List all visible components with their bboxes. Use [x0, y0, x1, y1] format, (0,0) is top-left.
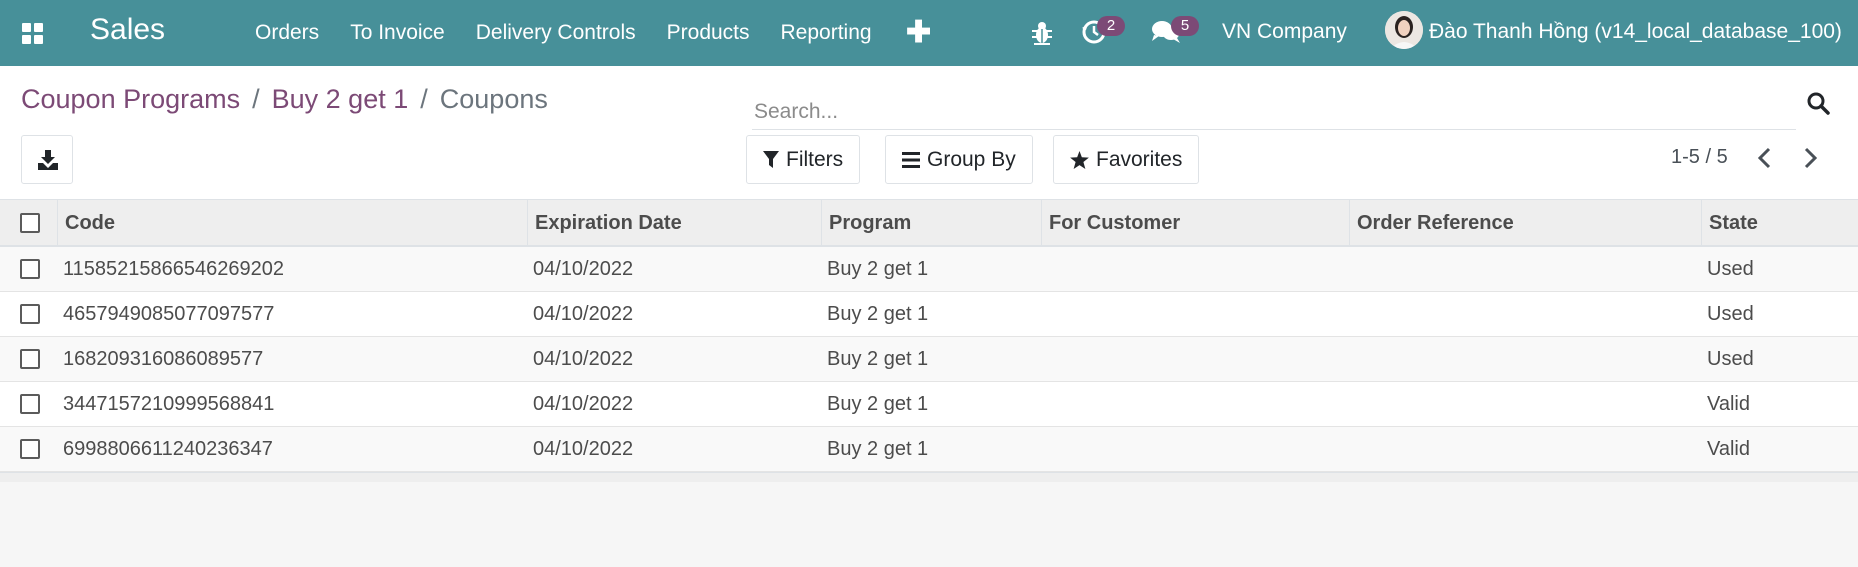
cell-code: 11585215866546269202	[63, 258, 284, 280]
cell-code: 4657949085077097577	[63, 303, 275, 325]
search-bar	[752, 88, 1796, 130]
menu-products[interactable]: Products	[667, 21, 750, 45]
cell-code: 3447157210999568841	[63, 393, 275, 415]
chevron-right-icon[interactable]	[1797, 145, 1823, 171]
cell-expiration-date: 04/10/2022	[533, 303, 634, 325]
cell-expiration-date: 04/10/2022	[533, 348, 634, 370]
pager-value[interactable]: 1-5 / 5	[1671, 146, 1728, 169]
row-checkbox[interactable]	[20, 439, 40, 459]
breadcrumb-current: Coupons	[439, 84, 548, 114]
table-row[interactable]: 3447157210999568841 04/10/2022 Buy 2 get…	[0, 382, 1858, 427]
table-row[interactable]: 11585215866546269202 04/10/2022 Buy 2 ge…	[0, 247, 1858, 292]
select-all-checkbox[interactable]	[20, 213, 40, 233]
coupons-table: Code Expiration Date Program For Custome…	[0, 200, 1858, 482]
row-checkbox[interactable]	[20, 394, 40, 414]
cell-state: Used	[1707, 303, 1754, 325]
breadcrumb-separator: /	[252, 84, 260, 114]
cell-code: 168209316086089577	[63, 348, 264, 370]
breadcrumb-separator: /	[420, 84, 428, 114]
column-header-state[interactable]: State	[1701, 200, 1858, 247]
download-icon	[38, 150, 58, 170]
column-header-expiration-date[interactable]: Expiration Date	[527, 200, 821, 247]
cell-expiration-date: 04/10/2022	[533, 438, 634, 460]
search-icon[interactable]	[1806, 91, 1830, 115]
app-name[interactable]: Sales	[90, 13, 165, 47]
table-body: 11585215866546269202 04/10/2022 Buy 2 ge…	[0, 247, 1858, 472]
cell-program: Buy 2 get 1	[827, 438, 929, 460]
apps-menu-icon[interactable]	[22, 23, 43, 44]
cell-expiration-date: 04/10/2022	[533, 258, 634, 280]
table-row[interactable]: 168209316086089577 04/10/2022 Buy 2 get …	[0, 337, 1858, 382]
search-input[interactable]	[752, 88, 1796, 130]
cell-state: Used	[1707, 258, 1754, 280]
control-panel: Coupon Programs / Buy 2 get 1 / Coupons Filt…	[0, 66, 1858, 200]
column-header-for-customer[interactable]: For Customer	[1041, 200, 1349, 247]
table-row[interactable]: 4657949085077097577 04/10/2022 Buy 2 get…	[0, 292, 1858, 337]
activity-count-badge: 2	[1097, 16, 1125, 36]
company-switcher[interactable]: VN Company	[1222, 20, 1347, 44]
cell-expiration-date: 04/10/2022	[533, 393, 634, 415]
user-menu[interactable]: Đào Thanh Hồng (v14_local_database_100)	[1429, 20, 1842, 44]
cell-code: 6998806611240236347	[63, 438, 273, 460]
filters-label: Filters	[786, 147, 844, 171]
star-icon	[1070, 150, 1089, 169]
top-navbar: Sales Orders To Invoice Delivery Control…	[0, 0, 1858, 66]
favorites-label: Favorites	[1096, 147, 1183, 171]
table-row[interactable]: 6998806611240236347 04/10/2022 Buy 2 get…	[0, 427, 1858, 472]
cell-program: Buy 2 get 1	[827, 393, 929, 415]
filter-icon	[763, 151, 779, 168]
breadcrumb: Coupon Programs / Buy 2 get 1 / Coupons	[21, 84, 548, 115]
row-checkbox[interactable]	[20, 349, 40, 369]
avatar[interactable]	[1385, 11, 1423, 49]
group-by-button[interactable]: Group By	[885, 135, 1033, 184]
column-header-order-reference[interactable]: Order Reference	[1349, 200, 1701, 247]
menu-to-invoice[interactable]: To Invoice	[350, 21, 445, 45]
table-footer	[0, 472, 1858, 482]
export-download-button[interactable]	[21, 135, 73, 184]
cell-program: Buy 2 get 1	[827, 348, 929, 370]
menu-reporting[interactable]: Reporting	[781, 21, 872, 45]
favorites-button[interactable]: Favorites	[1053, 135, 1200, 184]
cell-program: Buy 2 get 1	[827, 303, 929, 325]
main-menu: Orders To Invoice Delivery Controls Prod…	[255, 0, 903, 66]
list-icon	[902, 151, 920, 168]
cell-state: Used	[1707, 348, 1754, 370]
cell-state: Valid	[1707, 393, 1750, 415]
bug-icon[interactable]	[1030, 20, 1054, 46]
column-header-program[interactable]: Program	[821, 200, 1041, 247]
cell-program: Buy 2 get 1	[827, 258, 929, 280]
row-checkbox[interactable]	[20, 259, 40, 279]
breadcrumb-coupon-programs[interactable]: Coupon Programs	[21, 84, 240, 114]
menu-delivery-controls[interactable]: Delivery Controls	[476, 21, 636, 45]
menu-orders[interactable]: Orders	[255, 21, 319, 45]
chevron-left-icon[interactable]	[1752, 145, 1778, 171]
cell-state: Valid	[1707, 438, 1750, 460]
row-checkbox[interactable]	[20, 304, 40, 324]
filters-button[interactable]: Filters	[746, 135, 861, 184]
message-count-badge: 5	[1171, 16, 1199, 36]
group-by-label: Group By	[927, 147, 1016, 171]
column-header-code[interactable]: Code	[57, 200, 527, 247]
plus-icon[interactable]: ✚	[906, 18, 931, 48]
breadcrumb-buy-2-get-1[interactable]: Buy 2 get 1	[272, 84, 409, 114]
table-header: Code Expiration Date Program For Custome…	[0, 200, 1858, 247]
